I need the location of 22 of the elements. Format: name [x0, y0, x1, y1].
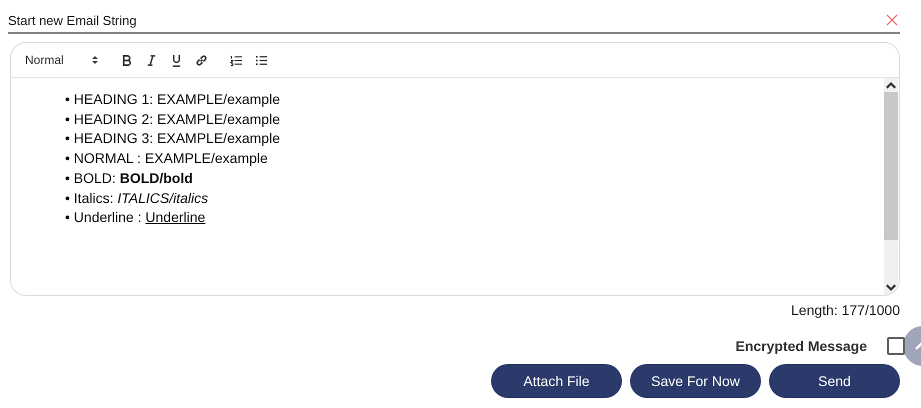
- list-item: • Underline : Underline: [65, 208, 206, 228]
- list-item: • HEADING 3: EXAMPLE/example: [65, 129, 281, 148]
- scrollbar[interactable]: [884, 78, 898, 295]
- link-icon[interactable]: [194, 54, 208, 66]
- format-dropdown[interactable]: Normal: [25, 53, 98, 67]
- encrypted-checkbox[interactable]: [887, 337, 905, 355]
- list-item: • HEADING 2: EXAMPLE/example: [65, 110, 281, 129]
- close-icon[interactable]: [886, 14, 898, 26]
- list-item: • HEADING 1: EXAMPLE/example: [65, 90, 281, 109]
- sort-icon: [92, 55, 98, 65]
- list-item: • NORMAL : EXAMPLE/example: [65, 149, 269, 168]
- encrypted-label: Encrypted Message: [736, 338, 867, 354]
- ordered-list-icon[interactable]: [230, 54, 243, 66]
- length-counter: Length: 177/1000: [790, 302, 900, 318]
- form-title: Start new Email String: [8, 12, 137, 28]
- action-button[interactable]: Send: [769, 364, 900, 398]
- list-item: • Italics: ITALICS/italics: [65, 188, 210, 208]
- action-button[interactable]: Attach File: [491, 364, 622, 398]
- action-button[interactable]: Save For Now: [630, 364, 761, 398]
- list-item: • BOLD: BOLD/bold: [65, 168, 194, 188]
- scrollbar-thumb[interactable]: [884, 92, 898, 240]
- bullet-list-icon[interactable]: [254, 54, 268, 66]
